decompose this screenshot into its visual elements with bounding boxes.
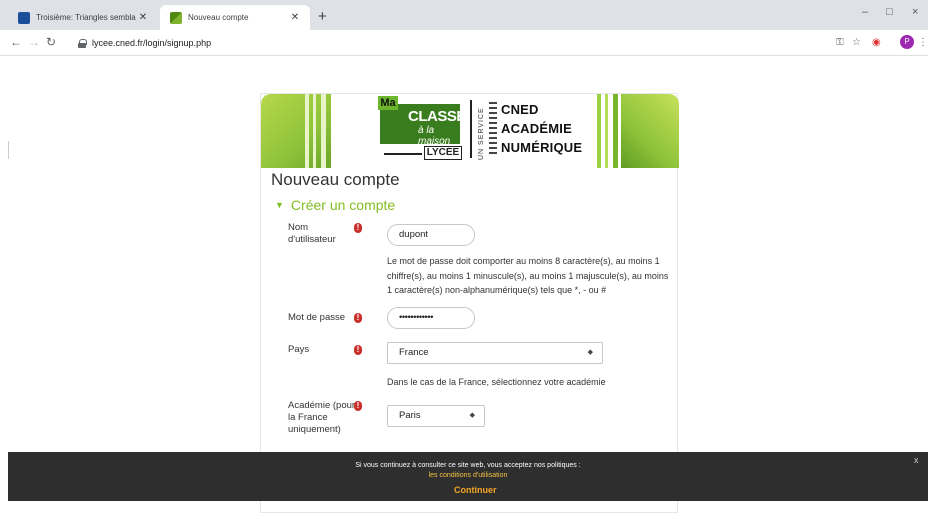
logo-ma: Ma <box>378 96 398 110</box>
back-arrow-icon[interactable]: ← <box>10 35 22 49</box>
password-help-line: Le mot de passe doit comporter au moins … <box>387 256 660 266</box>
new-tab-button[interactable]: + <box>318 8 327 25</box>
banner-stripe <box>305 94 309 168</box>
logo-lycee: LYCÉE <box>424 146 462 160</box>
cned-logo-text: CNED ACADÉMIE NUMÉRIQUE <box>501 100 582 157</box>
close-tab-icon[interactable]: ✕ <box>288 12 302 23</box>
logo-a-la-maison: à la maison <box>418 125 451 147</box>
select-arrows-icon: ◆ <box>469 412 475 419</box>
academy-label: Académie (pour la France uniquement) <box>288 400 355 436</box>
address-bar[interactable]: lycee.cned.fr/login/signup.php <box>78 33 798 53</box>
signup-card: Ma CLASSE à la maison LYCÉE UN SERVICE C… <box>260 93 679 513</box>
username-label-line: Nom <box>288 222 309 233</box>
country-select[interactable]: France ◆ <box>387 342 603 364</box>
minimize-button[interactable]: – <box>862 6 868 18</box>
cned-lines-icon <box>489 102 497 158</box>
cned-line: CNED <box>501 102 539 117</box>
star-icon[interactable]: ☆ <box>852 37 861 48</box>
banner-stripe <box>605 94 608 168</box>
close-cookie-button[interactable]: x <box>914 455 919 465</box>
academy-label-line: Académie (pour <box>288 400 356 411</box>
close-tab-icon[interactable]: ✕ <box>136 12 150 23</box>
country-label: Pays <box>288 344 310 355</box>
cned-line: ACADÉMIE <box>501 121 572 136</box>
username-label-line: d'utilisateur <box>288 234 336 245</box>
url-text: lycee.cned.fr/login/signup.php <box>92 38 212 48</box>
select-arrows-icon: ◆ <box>587 349 593 356</box>
cookie-message: Si vous continuez à consulter ce site we… <box>355 462 581 469</box>
required-icon: ! <box>354 223 362 233</box>
maximize-button[interactable]: □ <box>886 6 893 18</box>
browser-tab-bar: Troisième: Triangles semblables ✕ Nouvea… <box>0 0 928 30</box>
required-icon: ! <box>354 313 362 323</box>
academy-label-line: la France <box>288 412 328 423</box>
password-input[interactable]: •••••••••••• <box>387 307 475 329</box>
cned-line: NUMÉRIQUE <box>501 140 583 155</box>
caret-down-icon: ▼ <box>275 200 284 210</box>
browser-toolbar: ← → ↻ lycee.cned.fr/login/signup.php ⚿ ☆… <box>0 30 928 56</box>
logo-underline <box>384 153 422 155</box>
close-window-button[interactable]: × <box>912 6 918 18</box>
page-content: Ma CLASSE à la maison LYCÉE UN SERVICE C… <box>0 57 928 513</box>
password-help-line: 1 caractère(s) non-alphanumérique(s) tel… <box>387 285 607 295</box>
cookie-banner: Si vous continuez à consulter ce site we… <box>8 452 928 501</box>
banner-stripe <box>313 94 316 168</box>
continue-button[interactable]: Continuer <box>454 485 497 495</box>
forward-arrow-icon[interactable]: → <box>28 35 40 49</box>
page-edge-marker <box>8 141 9 159</box>
maclasse-favicon-icon <box>170 11 182 24</box>
tab-title: Nouveau compte <box>188 13 249 22</box>
banner-decoration-right <box>621 94 679 168</box>
country-help: Dans le cas de la France, sélectionnez v… <box>387 377 606 387</box>
required-icon: ! <box>354 401 362 411</box>
key-icon[interactable]: ⚿ <box>836 37 844 48</box>
tab-nouveau-compte[interactable]: Nouveau compte ✕ <box>160 5 310 30</box>
banner-stripe <box>321 94 326 168</box>
password-help: Le mot de passe doit comporter au moins … <box>387 254 668 298</box>
logo-classe: CLASSE <box>408 108 466 125</box>
header-banner: Ma CLASSE à la maison LYCÉE UN SERVICE C… <box>261 94 679 168</box>
menu-icon[interactable]: ⋮ <box>918 37 928 48</box>
password-help-line: chiffre(s), au moins 1 minuscule(s), au … <box>387 270 669 281</box>
un-service-text: UN SERVICE <box>478 107 485 160</box>
banner-stripe <box>597 94 601 168</box>
password-label: Mot de passe <box>288 312 346 323</box>
extension-icon[interactable]: ◉ <box>872 37 881 48</box>
section-toggle[interactable]: ▼ Créer un compte <box>275 197 395 213</box>
reload-icon[interactable]: ↻ <box>46 35 56 49</box>
cned-favicon-icon <box>18 11 30 24</box>
profile-avatar[interactable]: P <box>900 35 914 49</box>
logo-separator <box>470 100 472 158</box>
academy-label-line: uniquement) <box>288 424 341 435</box>
academy-value: Paris <box>399 410 421 421</box>
username-label: Nom d'utilisateur <box>288 222 336 246</box>
terms-link[interactable]: les conditions d'utilisation <box>8 472 928 479</box>
lock-icon <box>78 38 87 48</box>
ma-classe-logo: Ma CLASSE à la maison LYCÉE <box>376 96 466 162</box>
banner-stripe <box>613 94 618 168</box>
tab-triangles[interactable]: Troisième: Triangles semblables ✕ <box>8 5 158 30</box>
section-title: Créer un compte <box>290 197 396 213</box>
country-value: France <box>399 347 429 358</box>
required-icon: ! <box>354 345 362 355</box>
tab-title: Troisième: Triangles semblables <box>36 13 136 22</box>
username-input[interactable]: dupont <box>387 224 475 246</box>
academy-select[interactable]: Paris ◆ <box>387 405 485 427</box>
page-title: Nouveau compte <box>271 170 400 189</box>
